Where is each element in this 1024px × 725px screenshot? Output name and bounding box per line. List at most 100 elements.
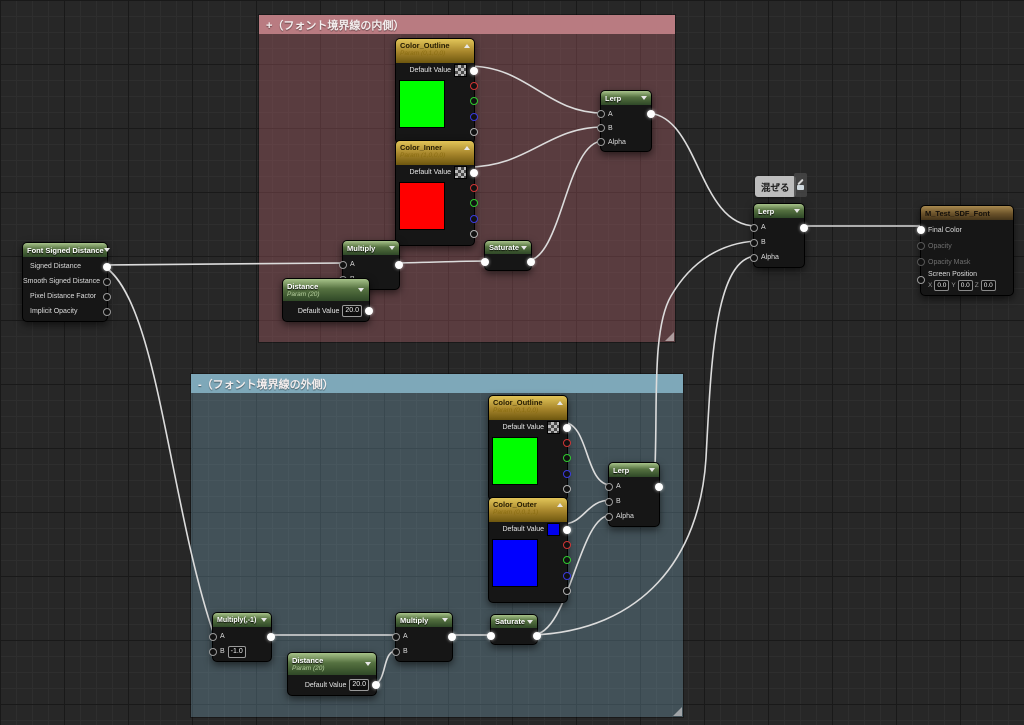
input-pin-a[interactable] <box>597 110 605 118</box>
chevron-down-icon[interactable] <box>527 620 533 624</box>
chevron-down-icon[interactable] <box>521 246 527 250</box>
node-material-result[interactable]: M_Test_SDF_Font Final Color Opacity Opac… <box>920 205 1014 296</box>
input-pin[interactable] <box>481 258 489 266</box>
output-pin-rgba[interactable] <box>563 424 571 432</box>
node-header[interactable]: Saturate <box>491 615 537 628</box>
node-header[interactable]: Multiply <box>343 241 399 255</box>
node-header[interactable]: Color_Outline Param (0,1,0,0) <box>396 39 474 63</box>
output-pin-r[interactable] <box>563 439 571 447</box>
bubble-pin-controls[interactable] <box>794 173 807 197</box>
chevron-down-icon[interactable] <box>104 248 110 252</box>
output-pin-b[interactable] <box>563 470 571 478</box>
output-pin[interactable] <box>800 224 808 232</box>
output-pin[interactable] <box>655 483 663 491</box>
comment-title-outer[interactable]: -（フォント境界線の外側） <box>191 374 683 393</box>
node-color-outline-inner[interactable]: Color_Outline Param (0,1,0,0) Default Va… <box>395 38 475 144</box>
output-pin[interactable] <box>372 681 380 689</box>
z-value-input[interactable]: 0.0 <box>981 280 996 291</box>
output-pin-pixel-distance-factor[interactable] <box>103 293 111 301</box>
input-pin[interactable] <box>487 632 495 640</box>
node-distance-outer[interactable]: Distance Param (20) Default Value20.0 <box>287 652 377 696</box>
output-pin-a[interactable] <box>470 128 478 136</box>
node-header[interactable]: Lerp <box>609 463 659 477</box>
chevron-down-icon[interactable] <box>442 618 448 622</box>
output-pin-smooth-signed-distance[interactable] <box>103 278 111 286</box>
node-color-outline-outer[interactable]: Color_Outline Param (0,1,0,0) Default Va… <box>488 395 568 501</box>
alpha-checker-swatch[interactable] <box>454 166 467 179</box>
node-header[interactable]: Color_Outline Param (0,1,0,0) <box>489 396 567 420</box>
output-pin[interactable] <box>365 307 373 315</box>
output-pin-rgba[interactable] <box>470 67 478 75</box>
x-value-input[interactable]: 0.0 <box>934 280 949 291</box>
chevron-down-icon[interactable] <box>261 618 267 622</box>
node-lerp-inner[interactable]: Lerp A B Alpha <box>600 90 652 152</box>
y-value-input[interactable]: 0.0 <box>958 280 973 291</box>
output-pin-a[interactable] <box>470 230 478 238</box>
alpha-checker-swatch[interactable] <box>454 64 467 77</box>
node-saturate-inner[interactable]: Saturate <box>484 240 532 271</box>
input-pin-opacity-mask[interactable] <box>917 258 925 266</box>
input-pin-b[interactable] <box>750 239 758 247</box>
node-color-inner[interactable]: Color_Inner Param (1,0,0,0) Default Valu… <box>395 140 475 246</box>
node-header[interactable]: Multiply <box>396 613 452 627</box>
input-pin-a[interactable] <box>750 224 758 232</box>
node-header[interactable]: Distance Param (20) <box>288 653 376 675</box>
node-header[interactable]: Saturate <box>485 241 531 254</box>
input-pin-a[interactable] <box>209 633 217 641</box>
chevron-up-icon[interactable] <box>557 503 563 507</box>
node-header[interactable]: Color_Inner Param (1,0,0,0) <box>396 141 474 165</box>
input-pin-alpha[interactable] <box>750 254 758 262</box>
output-pin-r[interactable] <box>470 82 478 90</box>
chevron-down-icon[interactable] <box>389 246 395 250</box>
output-pin[interactable] <box>448 633 456 641</box>
output-pin-a[interactable] <box>563 485 571 493</box>
comment-box-outer[interactable]: -（フォント境界線の外側） <box>190 373 684 718</box>
color-preview-green[interactable] <box>399 80 445 128</box>
comment-resize-handle[interactable] <box>673 707 682 716</box>
input-pin-final-color[interactable] <box>917 226 925 234</box>
color-preview-red[interactable] <box>399 182 445 230</box>
default-value-input[interactable]: 20.0 <box>349 679 369 691</box>
node-font-signed-distance[interactable]: Font Signed Distance Signed Distance Smo… <box>22 242 108 322</box>
chevron-down-icon[interactable] <box>794 209 800 213</box>
node-header[interactable]: Font Signed Distance <box>23 243 107 257</box>
output-pin-r[interactable] <box>563 541 571 549</box>
output-pin[interactable] <box>527 258 535 266</box>
output-pin-r[interactable] <box>470 184 478 192</box>
output-pin[interactable] <box>533 632 541 640</box>
chevron-down-icon[interactable] <box>641 96 647 100</box>
edit-pencil-icon[interactable] <box>797 178 803 184</box>
input-pin-b[interactable] <box>605 498 613 506</box>
output-pin-b[interactable] <box>470 113 478 121</box>
input-pin-alpha[interactable] <box>605 513 613 521</box>
input-pin-b[interactable] <box>597 124 605 132</box>
output-pin-signed-distance[interactable] <box>103 263 111 271</box>
output-pin[interactable] <box>395 261 403 269</box>
chevron-up-icon[interactable] <box>557 401 563 405</box>
chevron-down-icon[interactable] <box>358 288 364 292</box>
comment-resize-handle[interactable] <box>665 332 674 341</box>
color-preview-blue[interactable] <box>492 539 538 587</box>
chevron-up-icon[interactable] <box>464 146 470 150</box>
input-pin-screen-position[interactable] <box>917 276 925 284</box>
node-header[interactable]: Distance Param (20) <box>283 279 369 301</box>
input-pin-b[interactable] <box>209 648 217 656</box>
output-pin[interactable] <box>267 633 275 641</box>
input-pin-a[interactable] <box>339 261 347 269</box>
input-pin-alpha[interactable] <box>597 138 605 146</box>
node-lerp-mix[interactable]: Lerp A B Alpha <box>753 203 805 268</box>
input-pin-opacity[interactable] <box>917 242 925 250</box>
input-pin-a[interactable] <box>605 483 613 491</box>
input-pin-b[interactable] <box>392 648 400 656</box>
node-multiply-outer[interactable]: Multiply A B <box>395 612 453 662</box>
node-saturate-outer[interactable]: Saturate <box>490 614 538 645</box>
material-graph-canvas[interactable]: { "comments": { "inner": { "title": "+（フ… <box>0 0 1024 725</box>
color-preview-green[interactable] <box>492 437 538 485</box>
blue-mini-swatch[interactable] <box>547 523 560 536</box>
b-value-input[interactable]: -1.0 <box>228 646 246 658</box>
input-pin-a[interactable] <box>392 633 400 641</box>
node-header[interactable]: Multiply(,-1) <box>213 613 271 627</box>
output-pin-b[interactable] <box>563 572 571 580</box>
node-header[interactable]: Lerp <box>601 91 651 105</box>
node-header[interactable]: M_Test_SDF_Font <box>921 206 1013 220</box>
